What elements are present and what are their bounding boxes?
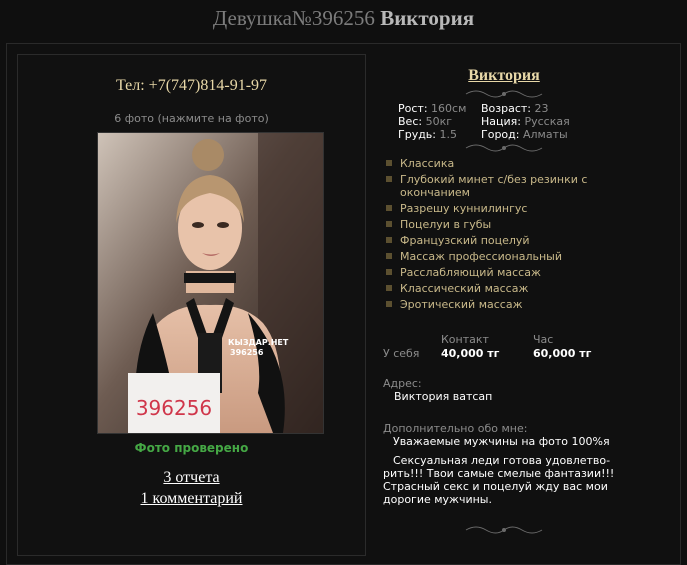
photo-illustration: 396256 КЫЗДАР.НЕТ 396256 [98, 133, 323, 433]
bullet-icon [386, 301, 392, 307]
ornament-divider-icon [465, 144, 543, 152]
param-value: 50кг [425, 115, 452, 128]
price-header-hour: Час [533, 333, 554, 346]
watermark-line1: КЫЗДАР.НЕТ [228, 338, 289, 347]
list-item: Глубокий минет с/без резинки с окончание… [386, 173, 626, 199]
param-label: Нация: [481, 115, 521, 128]
price-hour-value: 60,000 тг [533, 347, 592, 360]
service-label: Эротический массаж [400, 298, 523, 311]
profile-photo[interactable]: 396256 КЫЗДАР.НЕТ 396256 [97, 132, 324, 434]
title-prefix: Девушка№396256 [212, 6, 375, 30]
profile-name[interactable]: Виктория [379, 67, 629, 85]
bullet-icon [386, 160, 392, 166]
bullet-icon [386, 205, 392, 211]
price-header-contact: Контакт [441, 333, 489, 346]
price-contact-value: 40,000 тг [441, 347, 500, 360]
bullet-icon [386, 221, 392, 227]
param-row: Возраст: 23 [481, 102, 570, 115]
service-label: Классический массаж [400, 282, 529, 295]
bullet-icon [386, 285, 392, 291]
param-label: Вес: [398, 115, 423, 128]
about-text: Сексуальная леди готова удовлетво-рить!!… [383, 454, 615, 506]
reports-link[interactable]: 3 отчета [18, 469, 365, 487]
bullet-icon [386, 269, 392, 275]
param-row: Нация: Русская [481, 115, 570, 128]
param-row: Грудь: 1.5 [398, 128, 466, 141]
service-label: Поцелуи в губы [400, 218, 492, 231]
list-item: Классический массаж [386, 282, 626, 295]
bullet-icon [386, 237, 392, 243]
bullet-icon [386, 253, 392, 259]
param-label: Город: [481, 128, 520, 141]
about-label: Дополнительно обо мне: [383, 422, 528, 435]
service-label: Разрешу куннилингус [400, 202, 528, 215]
list-item: Массаж профессиональный [386, 250, 626, 263]
address-label: Адрес: [383, 377, 422, 390]
list-item: Классика [386, 157, 626, 170]
photo-sign-number: 396256 [136, 396, 212, 420]
title-name: Виктория [380, 6, 475, 30]
photo-hint: 6 фото (нажмите на фото) [114, 112, 269, 125]
list-item: Расслабляющий массаж [386, 266, 626, 279]
services-list: Классика Глубокий минет с/без резинки с … [386, 157, 626, 314]
param-row: Вес: 50кг [398, 115, 466, 128]
service-label: Массаж профессиональный [400, 250, 562, 263]
about-title: Уважаемые мужчины на фото 100%я [393, 435, 610, 448]
param-label: Рост: [398, 102, 428, 115]
ornament-divider-icon [465, 526, 543, 534]
params-col-right: Возраст: 23 Нация: Русская Город: Алматы [481, 102, 570, 141]
list-item: Разрешу куннилингус [386, 202, 626, 215]
service-label: Расслабляющий массаж [400, 266, 541, 279]
param-value: 1.5 [439, 128, 458, 141]
param-row: Рост: 160см [398, 102, 466, 115]
page-title: Девушка№396256 Виктория [0, 6, 687, 31]
comments-link[interactable]: 1 комментарий [18, 490, 365, 508]
phone-number[interactable]: Тел: +7(747)814-91-97 [18, 77, 365, 95]
list-item: Французский поцелуй [386, 234, 626, 247]
params-col-left: Рост: 160см Вес: 50кг Грудь: 1.5 [398, 102, 466, 141]
service-label: Французский поцелуй [400, 234, 530, 247]
param-label: Возраст: [481, 102, 532, 115]
param-value: 23 [534, 102, 549, 115]
list-item: Поцелуи в губы [386, 218, 626, 231]
service-label: Глубокий минет с/без резинки с окончание… [400, 173, 588, 199]
photo-verified-label: Фото проверено [134, 441, 249, 455]
left-panel: Тел: +7(747)814-91-97 6 фото (нажмите на… [17, 54, 366, 556]
profile-frame: Тел: +7(747)814-91-97 6 фото (нажмите на… [6, 43, 681, 565]
param-value: 160см [431, 102, 467, 115]
bullet-icon [386, 176, 392, 182]
address-value: Виктория ватсап [394, 390, 493, 403]
param-label: Грудь: [398, 128, 436, 141]
right-panel: Виктория Рост: 160см Вес: 50кг Грудь: 1.… [379, 44, 674, 564]
param-row: Город: Алматы [481, 128, 570, 141]
ornament-divider-icon [465, 90, 543, 98]
service-label: Классика [400, 157, 455, 170]
param-value: Алматы [522, 128, 568, 141]
watermark-line2: 396256 [230, 348, 264, 357]
price-row-label: У себя [383, 347, 420, 360]
list-item: Эротический массаж [386, 298, 626, 311]
param-value: Русская [524, 115, 570, 128]
